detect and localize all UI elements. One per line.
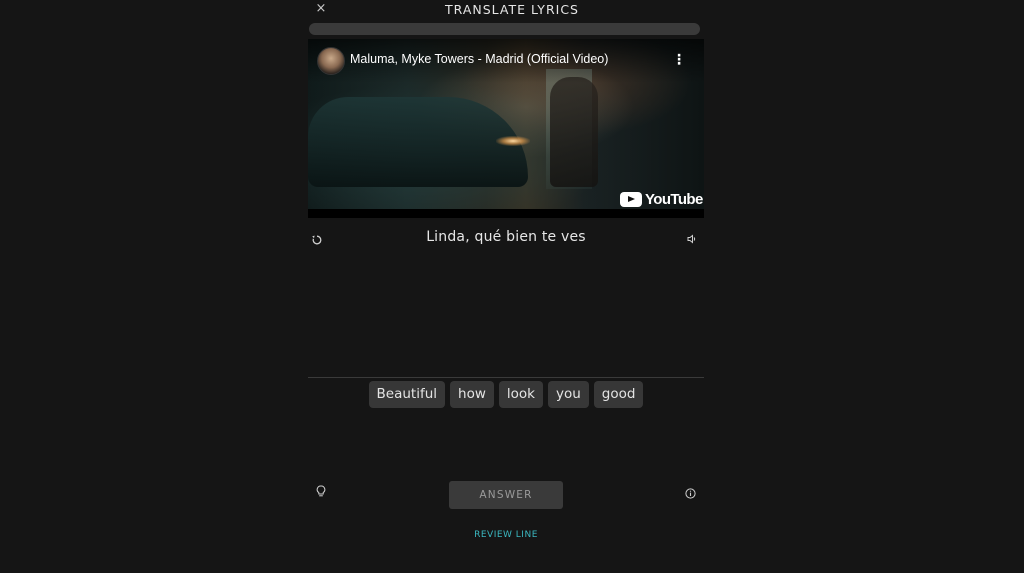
lightbulb-icon-glyph	[316, 485, 326, 497]
youtube-logo[interactable]: YouTube	[620, 189, 703, 209]
divider	[308, 377, 704, 378]
info-icon[interactable]	[685, 484, 697, 499]
speaker-icon[interactable]	[687, 229, 699, 244]
video-scene-car	[308, 97, 528, 187]
word-chip[interactable]: good	[593, 381, 644, 408]
more-options-icon[interactable]: ⋮	[672, 51, 686, 69]
video-player[interactable]: Maluma, Myke Towers - Madrid (Official V…	[308, 39, 704, 218]
page-title: TRANSLATE LYRICS	[445, 2, 579, 17]
info-icon-glyph	[685, 488, 696, 499]
translate-lyrics-screen: × TRANSLATE LYRICS Maluma, Myke Towers -…	[0, 0, 1024, 573]
video-header: Maluma, Myke Towers - Madrid (Official V…	[308, 39, 704, 83]
video-title[interactable]: Maluma, Myke Towers - Madrid (Official V…	[350, 52, 608, 66]
channel-avatar[interactable]	[317, 47, 345, 75]
lightbulb-icon[interactable]	[316, 483, 328, 497]
word-chip[interactable]: Beautiful	[368, 381, 446, 408]
lyric-line: Linda, qué bien te ves	[426, 229, 586, 245]
speaker-icon-glyph	[687, 234, 696, 244]
youtube-play-icon	[620, 191, 642, 207]
word-bank: Beautiful how look you good	[0, 381, 1012, 408]
video-scene-figures	[550, 77, 598, 187]
word-chip[interactable]: you	[547, 381, 589, 408]
review-line-link[interactable]: REVIEW LINE	[0, 530, 1012, 540]
progress-bar	[309, 23, 700, 35]
word-chip[interactable]: look	[498, 381, 543, 408]
answer-button[interactable]: ANSWER	[449, 481, 563, 509]
video-scene-light	[496, 136, 530, 146]
youtube-wordmark: YouTube	[645, 190, 703, 208]
word-chip[interactable]: how	[450, 381, 494, 408]
